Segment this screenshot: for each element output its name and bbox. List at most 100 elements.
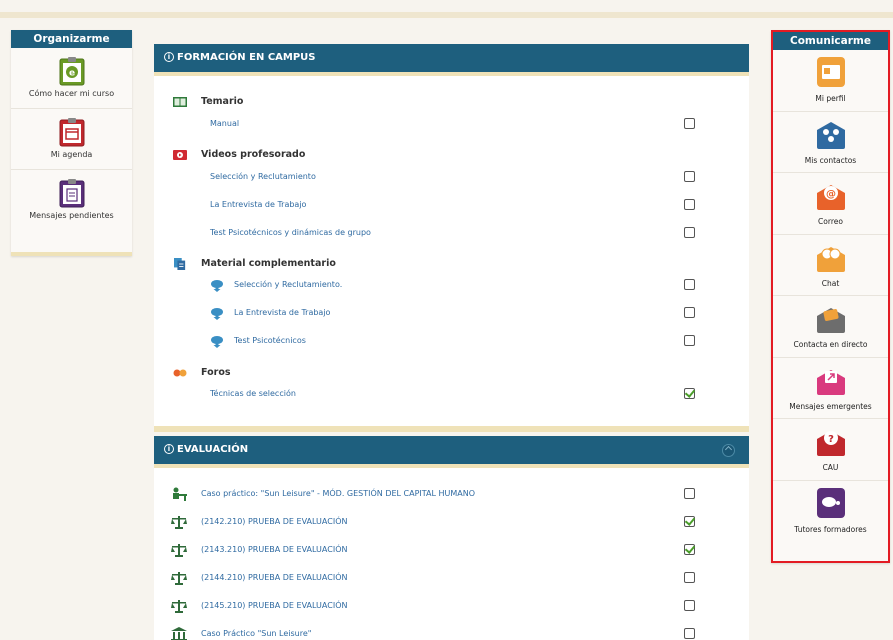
category-title: Videos profesorado [201, 149, 306, 160]
collapse-toggle-icon[interactable] [722, 444, 735, 457]
scale-icon [171, 516, 187, 529]
sidebar-item-mis-contactos[interactable]: Mis contactos [773, 112, 888, 173]
svg-text:e: e [68, 69, 74, 79]
completion-checkbox[interactable] [684, 279, 695, 290]
category-videos-profesorado: Videos profesorado [154, 147, 749, 165]
sidebar-item-label: Mi agenda [50, 150, 93, 159]
sidebar-item-como-hacer-mi-curso[interactable]: e Cómo hacer mi curso [11, 48, 132, 109]
category-foros: Foros [154, 365, 749, 383]
completion-checkbox[interactable] [684, 600, 695, 611]
sidebar-item-chat[interactable]: Chat [773, 235, 888, 296]
evaluation-link[interactable]: Caso práctico: "Sun Leisure" - MÓD. GEST… [201, 489, 475, 498]
sidebar-item-mi-agenda[interactable]: Mi agenda [11, 109, 132, 170]
content-link[interactable]: La Entrevista de Trabajo [234, 308, 330, 317]
evaluation-link[interactable]: (2142.210) PRUEBA DE EVALUACIÓN [201, 517, 347, 526]
evaluation-item: (2144.210) PRUEBA DE EVALUACIÓN [154, 570, 749, 588]
evaluation-item: Caso práctico: "Sun Leisure" - MÓD. GEST… [154, 486, 749, 504]
cloud-download-icon [211, 336, 223, 348]
formacion-title: FORMACIÓN EN CAMPUS [177, 52, 316, 63]
content-link[interactable]: Selección y Reclutamiento. [234, 280, 342, 289]
completion-checkbox[interactable] [684, 516, 695, 527]
list-item: Test Psicotécnicos [154, 333, 749, 351]
completion-checkbox[interactable] [684, 488, 695, 499]
evaluation-link[interactable]: (2143.210) PRUEBA DE EVALUACIÓN [201, 545, 347, 554]
sidebar-item-label: Mi perfil [815, 94, 846, 103]
book-icon [173, 97, 187, 107]
list-item: La Entrevista de Trabajo [154, 305, 749, 323]
comunicarme-panel: Comunicarme Mi perfil Mis contactos @ Co… [771, 30, 890, 563]
content-link[interactable]: Selección y Reclutamiento [210, 172, 316, 181]
evaluacion-section: i EVALUACIÓN Caso práctico: "Sun Leisure"… [154, 436, 749, 640]
formacion-header[interactable]: i FORMACIÓN EN CAMPUS [154, 44, 749, 72]
content-link[interactable]: Técnicas de selección [210, 389, 296, 398]
help-desk-icon: ? [816, 431, 845, 456]
content-link[interactable]: Test Psicotécnicos y dinámicas de grupo [210, 228, 371, 237]
sidebar-item-label: Mensajes emergentes [789, 401, 872, 411]
clipboard-document-icon [59, 179, 84, 208]
popup-messages-icon [816, 369, 845, 395]
completion-checkbox[interactable] [684, 335, 695, 346]
evaluation-link[interactable]: Caso Práctico "Sun Leisure" [201, 629, 311, 638]
organizarme-panel: Organizarme e Cómo hacer mi curso Mi age… [11, 30, 132, 256]
cloud-download-icon [211, 308, 223, 320]
sidebar-item-label: Mis contactos [804, 155, 857, 165]
chat-icon [816, 246, 845, 272]
forum-icon [173, 369, 187, 377]
evaluation-item: (2142.210) PRUEBA DE EVALUACIÓN [154, 514, 749, 532]
section-stripe [154, 72, 749, 76]
completion-checkbox[interactable] [684, 544, 695, 555]
section-stripe [154, 464, 749, 468]
sidebar-item-label: Cómo hacer mi curso [28, 89, 115, 98]
list-item: Selección y Reclutamiento [154, 169, 749, 187]
evaluation-item: (2143.210) PRUEBA DE EVALUACIÓN [154, 542, 749, 560]
sidebar-item-label: Correo [818, 217, 843, 226]
sidebar-item-label: Tutores formadores [794, 524, 867, 534]
completion-checkbox[interactable] [684, 118, 695, 129]
svg-text:@: @ [826, 189, 836, 200]
category-material-complementario: Material complementario [154, 256, 749, 274]
video-icon [173, 150, 187, 160]
evaluation-item: Caso Práctico "Sun Leisure" [154, 626, 749, 640]
sidebar-item-mensajes-emergentes[interactable]: Mensajes emergentes [773, 358, 888, 419]
content-link[interactable]: La Entrevista de Trabajo [210, 200, 306, 209]
formacion-section: i FORMACIÓN EN CAMPUS Temario Manual Vide… [154, 44, 749, 432]
desk-worker-icon [173, 487, 187, 501]
completion-checkbox[interactable] [684, 628, 695, 639]
evaluacion-header[interactable]: i EVALUACIÓN [154, 436, 749, 464]
sidebar-item-tutores-formadores[interactable]: Tutores formadores [773, 481, 888, 543]
completion-checkbox[interactable] [684, 307, 695, 318]
scale-icon [171, 544, 187, 557]
category-title: Material complementario [201, 258, 336, 269]
completion-checkbox[interactable] [684, 572, 695, 583]
sidebar-item-label: Chat [821, 278, 840, 288]
completion-checkbox[interactable] [684, 171, 695, 182]
sidebar-item-mi-perfil[interactable]: Mi perfil [773, 50, 888, 112]
completion-checkbox[interactable] [684, 227, 695, 238]
comunicarme-title: Comunicarme [773, 32, 888, 50]
evaluation-link[interactable]: (2144.210) PRUEBA DE EVALUACIÓN [201, 573, 347, 582]
evaluation-link[interactable]: (2145.210) PRUEBA DE EVALUACIÓN [201, 601, 347, 610]
sidebar-item-mensajes-pendientes[interactable]: Mensajes pendientes [11, 170, 132, 231]
completion-checkbox[interactable] [684, 199, 695, 210]
content-link[interactable]: Manual [210, 119, 239, 128]
sidebar-item-cau[interactable]: ? CAU [773, 419, 888, 481]
sidebar-item-correo[interactable]: @ Correo [773, 173, 888, 235]
sidebar-item-label: Mensajes pendientes [29, 211, 114, 220]
evaluation-item: (2145.210) PRUEBA DE EVALUACIÓN [154, 598, 749, 616]
organizarme-title: Organizarme [11, 30, 132, 48]
list-item: Selección y Reclutamiento. [154, 277, 749, 295]
clipboard-calendar-icon [59, 118, 84, 147]
scale-icon [171, 572, 187, 585]
list-item: Manual [154, 116, 749, 134]
list-item: Técnicas de selección [154, 386, 749, 404]
contacts-icon [816, 121, 845, 149]
profile-card-icon [816, 57, 845, 87]
evaluacion-title: EVALUACIÓN [177, 444, 249, 455]
content-link[interactable]: Test Psicotécnicos [234, 336, 306, 345]
completion-checkbox[interactable] [684, 388, 695, 399]
category-title: Foros [201, 367, 231, 378]
category-temario: Temario [154, 94, 749, 112]
list-item: La Entrevista de Trabajo [154, 197, 749, 215]
tutors-icon [816, 487, 845, 518]
sidebar-item-contacta-en-directo[interactable]: Contacta en directo [773, 296, 888, 358]
